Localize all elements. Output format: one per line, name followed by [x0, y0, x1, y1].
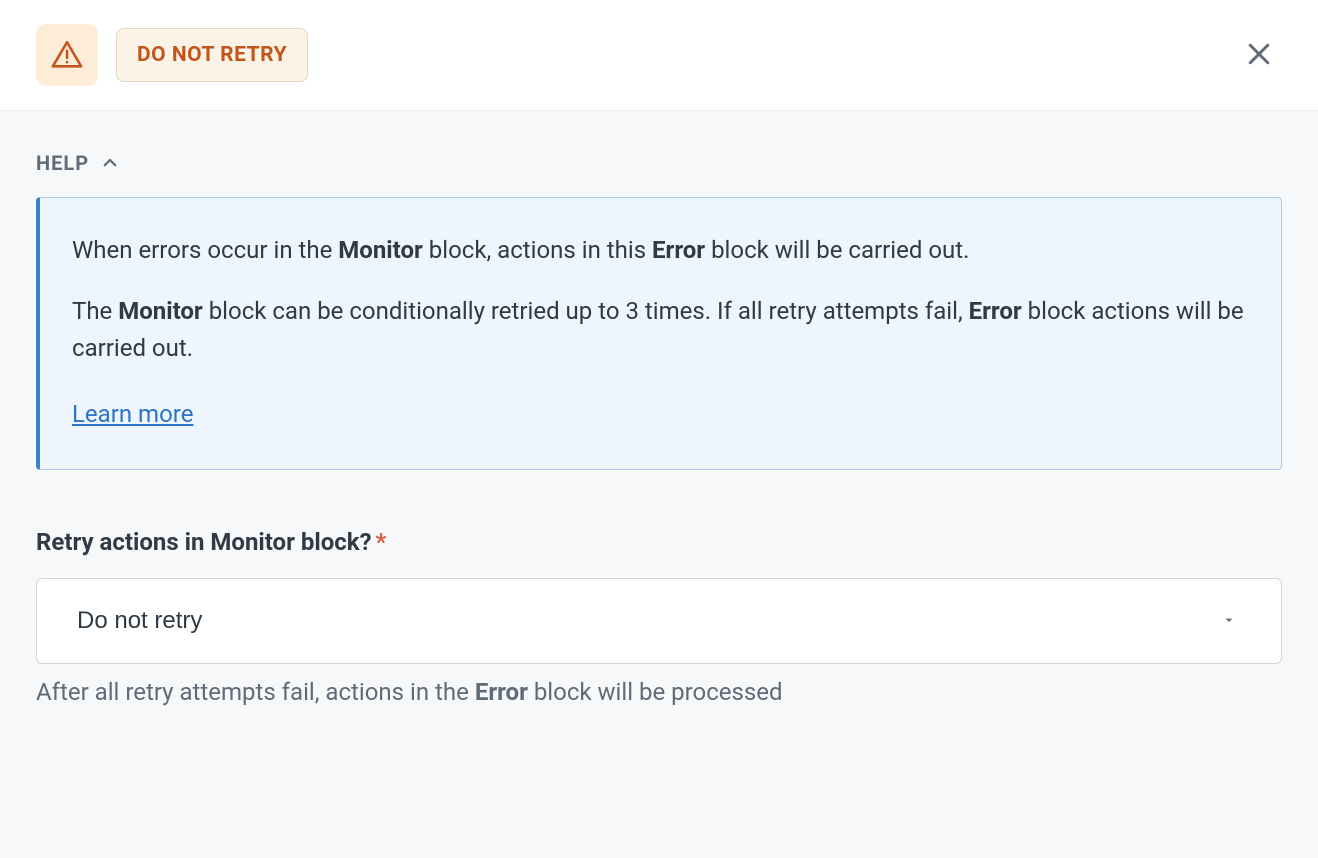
text-fragment: block will be processed	[528, 678, 783, 706]
status-tag-label: DO NOT RETRY	[137, 43, 287, 67]
learn-more-link[interactable]: Learn more	[72, 400, 193, 428]
retry-select-wrap: Do not retry	[36, 578, 1282, 664]
text-fragment: block, actions in this	[423, 236, 652, 264]
text-bold: Monitor	[118, 297, 203, 325]
required-indicator: *	[376, 528, 387, 556]
text-bold: Error	[475, 678, 528, 706]
close-button[interactable]	[1236, 31, 1282, 80]
help-toggle[interactable]: HELP	[36, 151, 119, 175]
text-fragment: When errors occur in the	[72, 236, 338, 264]
text-bold: Monitor	[338, 236, 423, 264]
text-fragment: After all retry attempts fail, actions i…	[36, 678, 475, 706]
chevron-up-icon	[101, 154, 119, 172]
panel-header: DO NOT RETRY	[0, 0, 1318, 110]
status-tag: DO NOT RETRY	[116, 28, 308, 82]
warning-triangle-icon	[50, 38, 84, 72]
help-paragraph-1: When errors occur in the Monitor block, …	[72, 232, 1249, 269]
label-text: Retry actions in Monitor block?	[36, 528, 372, 556]
text-fragment: The	[72, 297, 118, 325]
help-title: HELP	[36, 151, 89, 175]
retry-select[interactable]: Do not retry	[36, 578, 1282, 664]
text-bold: Error	[652, 236, 705, 264]
retry-hint: After all retry attempts fail, actions i…	[36, 678, 1282, 706]
close-icon	[1244, 39, 1274, 69]
text-fragment: block will be carried out.	[705, 236, 969, 264]
retry-select-value: Do not retry	[77, 607, 202, 635]
help-panel: When errors occur in the Monitor block, …	[36, 197, 1282, 470]
caret-down-icon	[1221, 607, 1237, 635]
text-bold: Error	[969, 297, 1022, 325]
text-fragment: block can be conditionally retried up to…	[203, 297, 969, 325]
help-paragraph-2: The Monitor block can be conditionally r…	[72, 293, 1249, 367]
header-left: DO NOT RETRY	[36, 24, 308, 86]
panel-body: HELP When errors occur in the Monitor bl…	[0, 110, 1318, 858]
warning-icon-tile	[36, 24, 98, 86]
retry-field-label: Retry actions in Monitor block? *	[36, 528, 1282, 556]
